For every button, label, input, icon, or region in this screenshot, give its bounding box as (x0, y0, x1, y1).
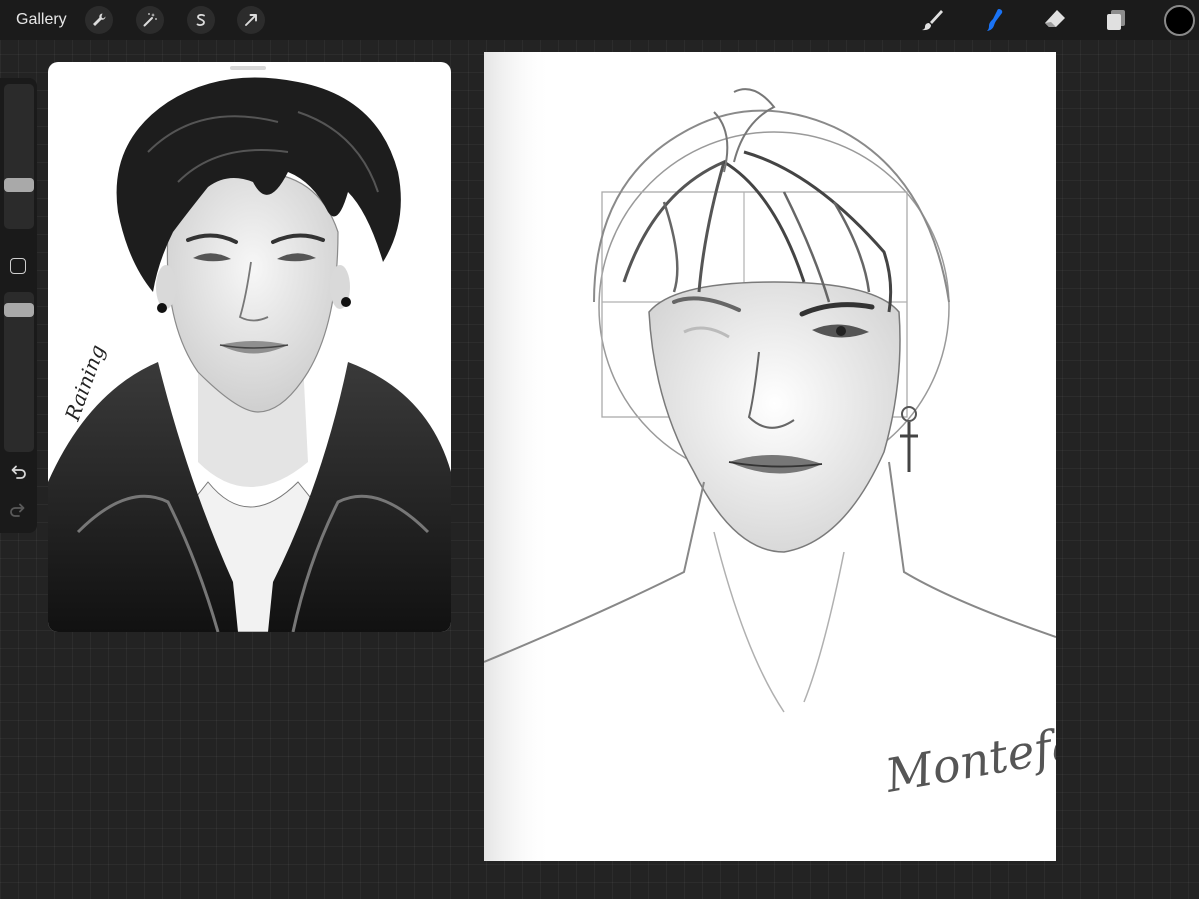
selection-s-icon (196, 13, 205, 26)
undo-button[interactable] (8, 462, 28, 482)
arrow-cursor-icon (245, 14, 257, 26)
brush-size-slider[interactable] (4, 84, 34, 229)
transform-button[interactable] (237, 6, 265, 34)
adjustments-button[interactable] (136, 6, 164, 34)
brush-tool-button[interactable] (917, 5, 947, 35)
layers-button[interactable] (1101, 5, 1131, 35)
canvas-sketch-drawing: Montefalco (484, 52, 1056, 861)
gallery-button[interactable]: Gallery (16, 9, 67, 31)
undo-arrow-icon (11, 465, 26, 479)
smudge-tool-button[interactable] (978, 5, 1008, 35)
layers-icon (1107, 10, 1125, 30)
eraser-tool-button[interactable] (1040, 5, 1070, 35)
magic-wand-icon (143, 13, 157, 27)
reference-portrait-drawing: Raining (48, 77, 451, 632)
left-sidebar (0, 78, 37, 533)
eraser-icon (1045, 10, 1065, 27)
redo-button[interactable] (8, 500, 28, 520)
redo-arrow-icon (10, 503, 25, 517)
selection-button[interactable] (187, 6, 215, 34)
modify-button[interactable] (10, 258, 26, 274)
reference-image-window[interactable]: Raining (48, 62, 451, 632)
drawing-canvas[interactable]: Montefalco (484, 52, 1056, 861)
wrench-icon (93, 13, 106, 26)
color-picker-button[interactable] (1164, 5, 1195, 36)
opacity-thumb[interactable] (4, 303, 34, 317)
reference-grabber[interactable] (230, 66, 266, 70)
canvas-workspace: Gallery Raining Montefalco (0, 0, 1199, 899)
brush-icon (922, 10, 943, 31)
brush-size-thumb[interactable] (4, 178, 34, 192)
top-toolbar: Gallery (0, 0, 1199, 40)
actions-button[interactable] (85, 6, 113, 34)
smudge-finger-icon (987, 9, 1003, 31)
